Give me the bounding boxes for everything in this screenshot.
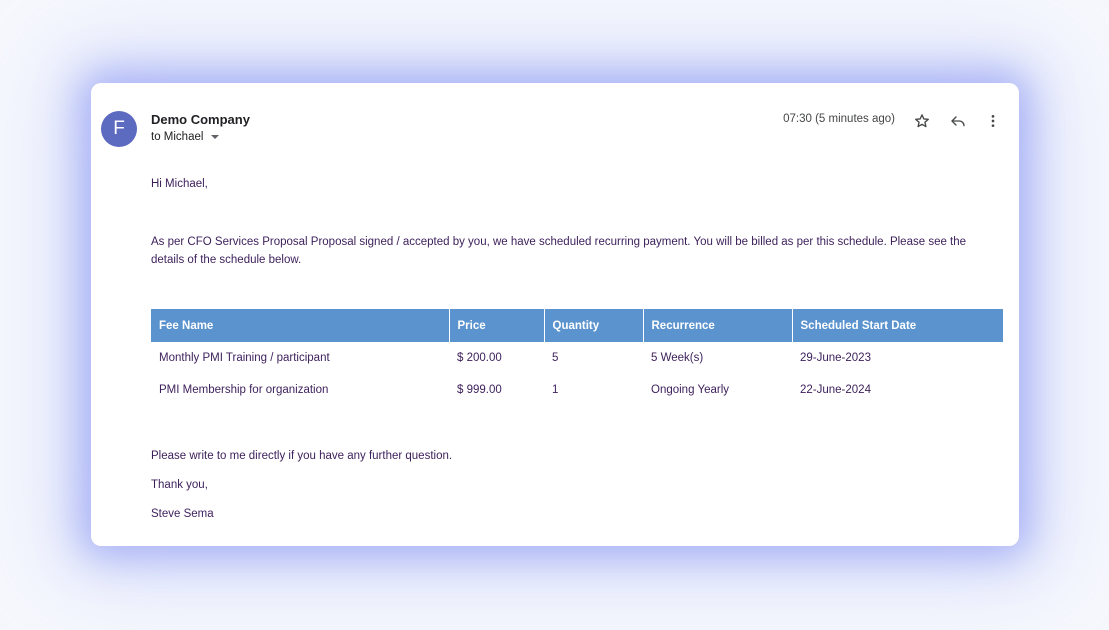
price-cell: $ 200.00	[457, 352, 502, 364]
column-header-scheduled-start-date: Scheduled Start Date	[792, 309, 1003, 342]
column-header-fee-name: Fee Name	[151, 309, 450, 342]
recipient-details-toggle[interactable]: to Michael	[151, 131, 220, 143]
start-date-cell: 22-June-2024	[800, 384, 871, 396]
quantity-cell: 5	[552, 352, 559, 364]
fee-name-cell: Monthly PMI Training / participant	[159, 352, 330, 364]
column-header-quantity: Quantity	[544, 309, 644, 342]
closing-text: Please write to me directly if you have …	[151, 450, 453, 462]
intro-paragraph: As per CFO Services Proposal Proposal si…	[151, 236, 967, 266]
star-icon	[915, 114, 929, 128]
column-header-recurrence: Recurrence	[643, 309, 793, 342]
start-date-cell: 29-June-2023	[800, 352, 871, 364]
star-button[interactable]	[911, 110, 933, 132]
recurrence-cell: Ongoing Yearly	[651, 384, 730, 396]
column-header-price: Price	[449, 309, 545, 342]
reply-icon	[951, 116, 965, 127]
sender-name[interactable]: Demo Company	[151, 112, 250, 127]
table-row: Monthly PMI Training / participant $ 200…	[151, 342, 1003, 374]
signature-text: Steve Sema	[151, 508, 214, 520]
reply-button[interactable]	[947, 110, 969, 132]
thanks-text: Thank you,	[151, 479, 208, 491]
greeting-text: Hi Michael,	[151, 178, 208, 190]
table-row: PMI Membership for organization $ 999.00…	[151, 374, 1003, 406]
recipient-label: to Michael	[151, 131, 204, 143]
price-cell: $ 999.00	[457, 384, 502, 396]
recurrence-cell: 5 Week(s)	[651, 352, 704, 364]
fee-name-cell: PMI Membership for organization	[159, 384, 329, 396]
email-card: F Demo Company to Michael 07:30 (5 minut…	[91, 83, 1019, 546]
fee-schedule-table: Fee Name Price Quantity Recurrence Sched…	[151, 309, 1003, 406]
more-vert-icon	[991, 115, 995, 127]
caret-down-icon[interactable]	[211, 135, 220, 139]
table-header-row: Fee Name Price Quantity Recurrence Sched…	[151, 309, 1003, 342]
sender-avatar[interactable]: F	[101, 111, 137, 147]
more-options-button[interactable]	[982, 110, 1004, 132]
quantity-cell: 1	[552, 384, 559, 396]
timestamp: 07:30 (5 minutes ago)	[783, 113, 895, 125]
